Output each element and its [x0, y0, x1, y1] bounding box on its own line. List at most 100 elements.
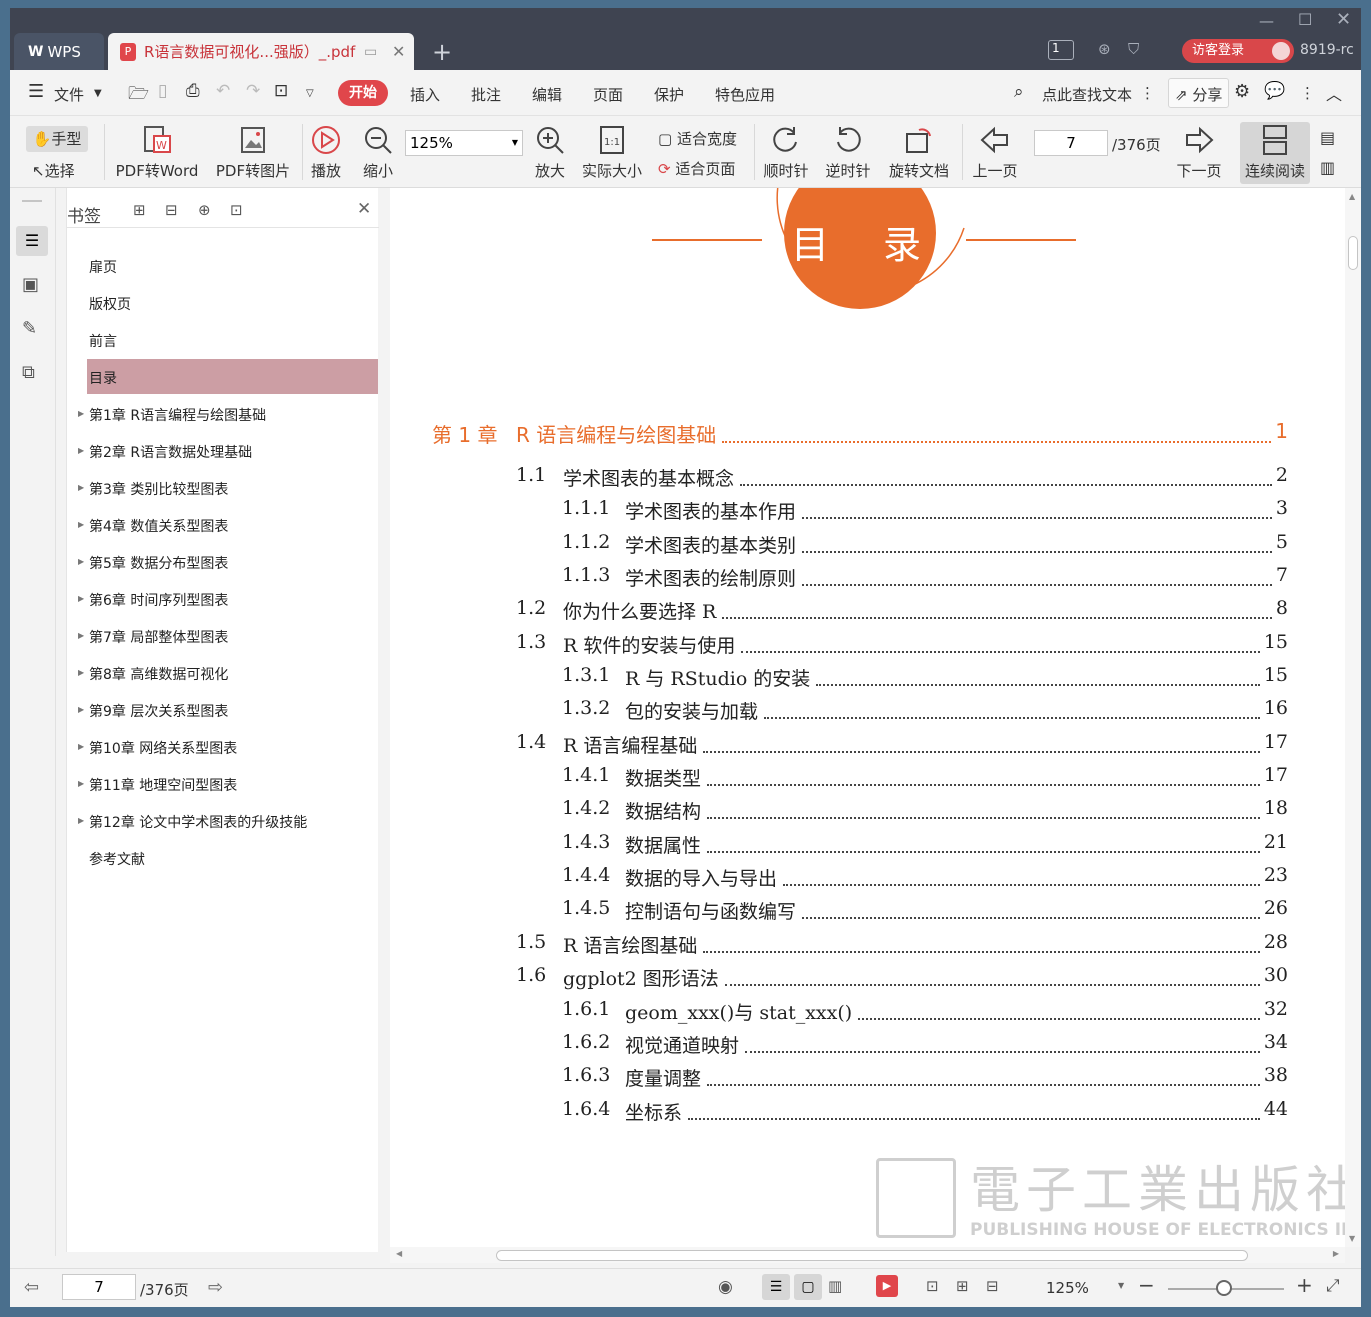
close-tab-icon[interactable]: ✕ [392, 42, 405, 61]
more-vertical-icon[interactable]: ⋮ [1140, 84, 1155, 102]
status-next-page-icon[interactable]: ⇨ [208, 1277, 223, 1298]
bookmark-item[interactable]: 参考文献 [89, 849, 145, 869]
toc-entry[interactable]: 1.6.3 度量调整 38 [562, 1064, 1288, 1091]
more-chevron-icon[interactable]: ▽ [306, 88, 314, 99]
expand-arrow-icon[interactable]: ▶ [78, 705, 84, 714]
toc-entry[interactable]: 1.4.3 数据属性 21 [562, 831, 1288, 858]
expand-arrow-icon[interactable]: ▶ [78, 409, 84, 418]
expand-arrow-icon[interactable]: ▶ [78, 779, 84, 788]
toc-entry[interactable]: 1.6 ggplot2 图形语法 30 [516, 964, 1288, 991]
fit-page-button[interactable]: ⟳ 适合页面 [658, 158, 735, 179]
zoom-in-button[interactable]: 放大 [530, 124, 570, 181]
document-page[interactable]: 目 录 第 1 章 R 语言编程与绘图基础 1 1.1 学术图表的基本概念 2 1.1.1 学… [390, 188, 1354, 1247]
bookmark-item[interactable]: 第8章 高维数据可视化 [89, 664, 228, 684]
share-button[interactable]: ⇗ 分享 [1168, 78, 1230, 108]
toc-entry[interactable]: 1.4.2 数据结构 18 [562, 797, 1288, 824]
bookmark-item[interactable]: 第10章 网络关系型图表 [89, 738, 237, 758]
menu-insert[interactable]: 插入 [410, 84, 440, 105]
settings-icon[interactable]: ⚙ [1234, 81, 1250, 102]
bookmark-item[interactable]: 扉页 [89, 257, 117, 277]
maximize-button[interactable]: ☐ [1298, 10, 1312, 29]
vertical-scrollbar[interactable]: ▲ ▼ [1345, 188, 1361, 1247]
search-icon[interactable]: ⌕ [1014, 82, 1024, 102]
zoom-out-button[interactable]: 缩小 [358, 124, 398, 181]
zoom-select[interactable]: 125% ▼ [405, 130, 523, 156]
single-page-icon[interactable]: ▤ [1320, 128, 1335, 147]
hand-tool-button[interactable]: ✋手型 [26, 126, 88, 152]
horizontal-scroll-thumb[interactable] [496, 1250, 1248, 1261]
scroll-right-arrow[interactable]: ▶ [1333, 1249, 1339, 1258]
expand-arrow-icon[interactable]: ▶ [78, 631, 84, 640]
status-dual-page-icon[interactable]: ▥ [828, 1277, 842, 1295]
bookmark-item[interactable]: 第2章 R语言数据处理基础 [89, 442, 252, 462]
next-page-button[interactable]: 下一页 [1172, 124, 1226, 181]
undo-icon[interactable]: ↶ [216, 81, 230, 101]
bookmark-item[interactable]: 前言 [89, 331, 117, 351]
annotation-panel-icon[interactable]: ✎ [22, 318, 37, 339]
status-zoom-out-button[interactable]: − [1138, 1273, 1155, 1297]
rotate-clockwise-button[interactable]: 顺时针 [760, 124, 812, 181]
expand-arrow-icon[interactable]: ▶ [78, 594, 84, 603]
rotate-document-button[interactable]: 旋转文档 [884, 124, 954, 181]
status-actual-size-icon[interactable]: ⊡ [926, 1277, 939, 1295]
menu-start[interactable]: 开始 [338, 80, 388, 106]
status-prev-page-icon[interactable]: ⇦ [24, 1277, 39, 1298]
horizontal-scrollbar[interactable]: ◀ ▶ [390, 1247, 1345, 1263]
toc-entry[interactable]: 1.5 R 语言绘图基础 28 [516, 931, 1288, 958]
picture-panel-icon[interactable]: ⧉ [22, 362, 35, 383]
minimize-button[interactable]: — [1259, 12, 1274, 30]
status-fit-width-icon[interactable]: ⊟ [986, 1277, 999, 1295]
bookmark-item[interactable]: 第6章 时间序列型图表 [89, 590, 228, 610]
more-options-icon[interactable]: ⋮ [1300, 84, 1315, 102]
bookmark-item[interactable]: 第12章 论文中学术图表的升级技能 [89, 812, 307, 832]
pdf-to-image-button[interactable]: PDF转图片 [212, 124, 294, 181]
menu-protect[interactable]: 保护 [654, 84, 684, 105]
rotate-counterclockwise-button[interactable]: 逆时针 [822, 124, 874, 181]
expand-arrow-icon[interactable]: ▶ [78, 816, 84, 825]
toc-entry[interactable]: 1.1.3 学术图表的绘制原则 7 [562, 564, 1288, 591]
fit-width-button[interactable]: ▢ 适合宽度 [658, 128, 737, 149]
select-tool-button[interactable]: ↖选择 [32, 160, 75, 182]
close-panel-icon[interactable]: ✕ [357, 199, 371, 219]
expand-arrow-icon[interactable]: ▶ [78, 446, 84, 455]
tab-document[interactable]: P R语言数据可视化...强版）_.pdf ▭ ✕ [108, 33, 414, 70]
page-number-input[interactable]: 7 [1034, 130, 1108, 156]
window-count-badge[interactable]: 1 [1048, 40, 1074, 60]
eye-protection-icon[interactable]: ◉ [718, 1277, 733, 1297]
status-single-page-icon[interactable]: ▢ [794, 1274, 822, 1300]
scroll-left-arrow[interactable]: ◀ [396, 1249, 402, 1258]
bookmark-item[interactable]: 第7章 局部整体型图表 [89, 627, 228, 647]
hamburger-icon[interactable]: ☰ [28, 81, 44, 102]
menu-special[interactable]: 特色应用 [715, 84, 775, 105]
comment-icon[interactable]: 💬 [1264, 81, 1285, 101]
export-icon[interactable]: ⊡ [274, 81, 288, 101]
continuous-reading-button[interactable]: 连续阅读 [1240, 122, 1310, 184]
menu-page[interactable]: 页面 [593, 84, 623, 105]
toc-entry[interactable]: 1.1.1 学术图表的基本作用 3 [562, 497, 1288, 524]
expand-arrow-icon[interactable]: ▶ [78, 483, 84, 492]
login-button[interactable]: 访客登录 [1182, 39, 1294, 63]
status-play-icon[interactable]: ▶ [876, 1275, 898, 1297]
toc-entry[interactable]: 1.6.2 视觉通道映射 34 [562, 1031, 1288, 1058]
bookmark-item[interactable]: 第11章 地理空间型图表 [89, 775, 237, 795]
expand-all-icon[interactable]: ⊞ [133, 201, 146, 219]
status-continuous-icon[interactable]: ☰ [762, 1274, 790, 1300]
open-icon[interactable]: 🗁 [128, 81, 149, 110]
thumbnail-panel-icon[interactable]: ▣ [22, 274, 39, 295]
bookmark-item[interactable]: 版权页 [89, 294, 131, 314]
toc-entry[interactable]: 1.3 R 软件的安装与使用 15 [516, 631, 1288, 658]
toc-entry[interactable]: 1.4.4 数据的导入与导出 23 [562, 864, 1288, 891]
tab-wps-home[interactable]: W WPS [14, 33, 104, 70]
save-icon[interactable]: ▯ [158, 81, 167, 101]
bookmark-item[interactable]: 第4章 数值关系型图表 [89, 516, 228, 536]
scroll-down-arrow[interactable]: ▼ [1349, 1234, 1355, 1243]
bookmark-item[interactable]: 第5章 数据分布型图表 [89, 553, 228, 573]
bookmark-item[interactable]: 目录 [89, 368, 117, 388]
dual-page-icon[interactable]: ▥ [1320, 158, 1335, 177]
new-tab-button[interactable]: + [432, 38, 452, 66]
print-icon[interactable]: ⎙ [186, 81, 200, 101]
vertical-scroll-thumb[interactable] [1348, 236, 1358, 270]
toc-entry[interactable]: 1.6.1 geom_xxx()与 stat_xxx() 32 [562, 998, 1288, 1025]
toc-entry[interactable]: 1.1 学术图表的基本概念 2 [516, 464, 1288, 491]
toc-entry[interactable]: 1.1.2 学术图表的基本类别 5 [562, 531, 1288, 558]
